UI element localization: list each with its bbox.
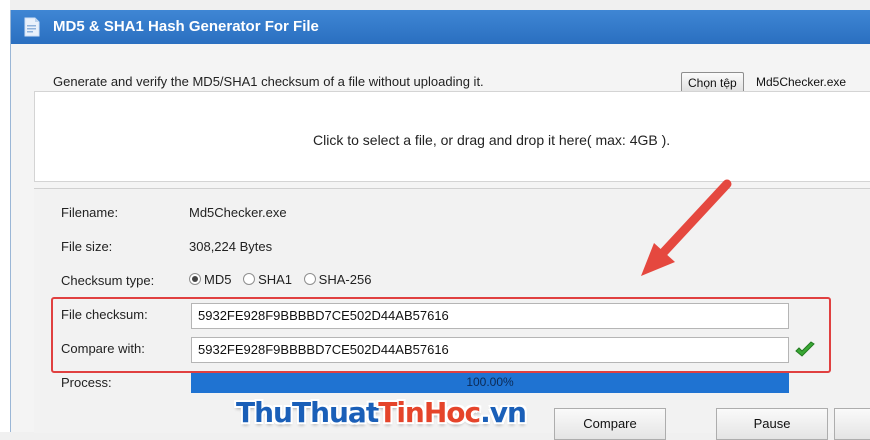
title-bar: MD5 & SHA1 Hash Generator For File [11,10,870,44]
document-icon [24,17,40,37]
progress-text: 100.00% [466,375,514,389]
watermark-part-2: TinHoc [378,396,481,429]
watermark-part-1: ThuThuat [236,396,379,429]
filename-value: Md5Checker.exe [189,205,287,220]
highlight-box [51,297,831,373]
file-dropzone[interactable]: Click to select a file, or drag and drop… [34,91,870,182]
radio-sha256-label: SHA-256 [318,272,372,287]
checksum-type-label: Checksum type: [61,273,155,288]
checksum-type-radio-group: MD5 SHA1 SHA-256 [189,272,379,287]
process-label: Process: [61,375,112,390]
radio-sha256[interactable] [303,273,316,285]
next-button-partial[interactable] [834,408,870,440]
dropzone-text: Click to select a file, or drag and drop… [313,132,671,148]
filesize-value: 308,224 Bytes [189,239,273,254]
description-text: Generate and verify the MD5/SHA1 checksu… [53,74,484,89]
radio-sha1-label: SHA1 [258,272,293,287]
radio-md5-label: MD5 [204,272,232,287]
radio-sha1[interactable] [243,273,256,285]
watermark-logo: ThuThuatTinHoc.vn [236,396,527,429]
compare-button[interactable]: Compare [554,408,666,440]
progress-bar: 100.00% [191,373,789,393]
radio-md5[interactable] [189,273,201,285]
watermark-part-3: .vn [480,396,527,429]
chosen-file-name: Md5Checker.exe [756,75,847,89]
app-window: MD5 & SHA1 Hash Generator For File Gener… [10,10,870,440]
filesize-label: File size: [61,239,113,254]
checkmark-icon [795,341,815,357]
filename-label: Filename: [61,205,119,220]
pause-button[interactable]: Pause [716,408,828,440]
window-title: MD5 & SHA1 Hash Generator For File [53,18,319,35]
page-background [0,0,10,432]
header-row: Generate and verify the MD5/SHA1 checksu… [11,44,870,94]
